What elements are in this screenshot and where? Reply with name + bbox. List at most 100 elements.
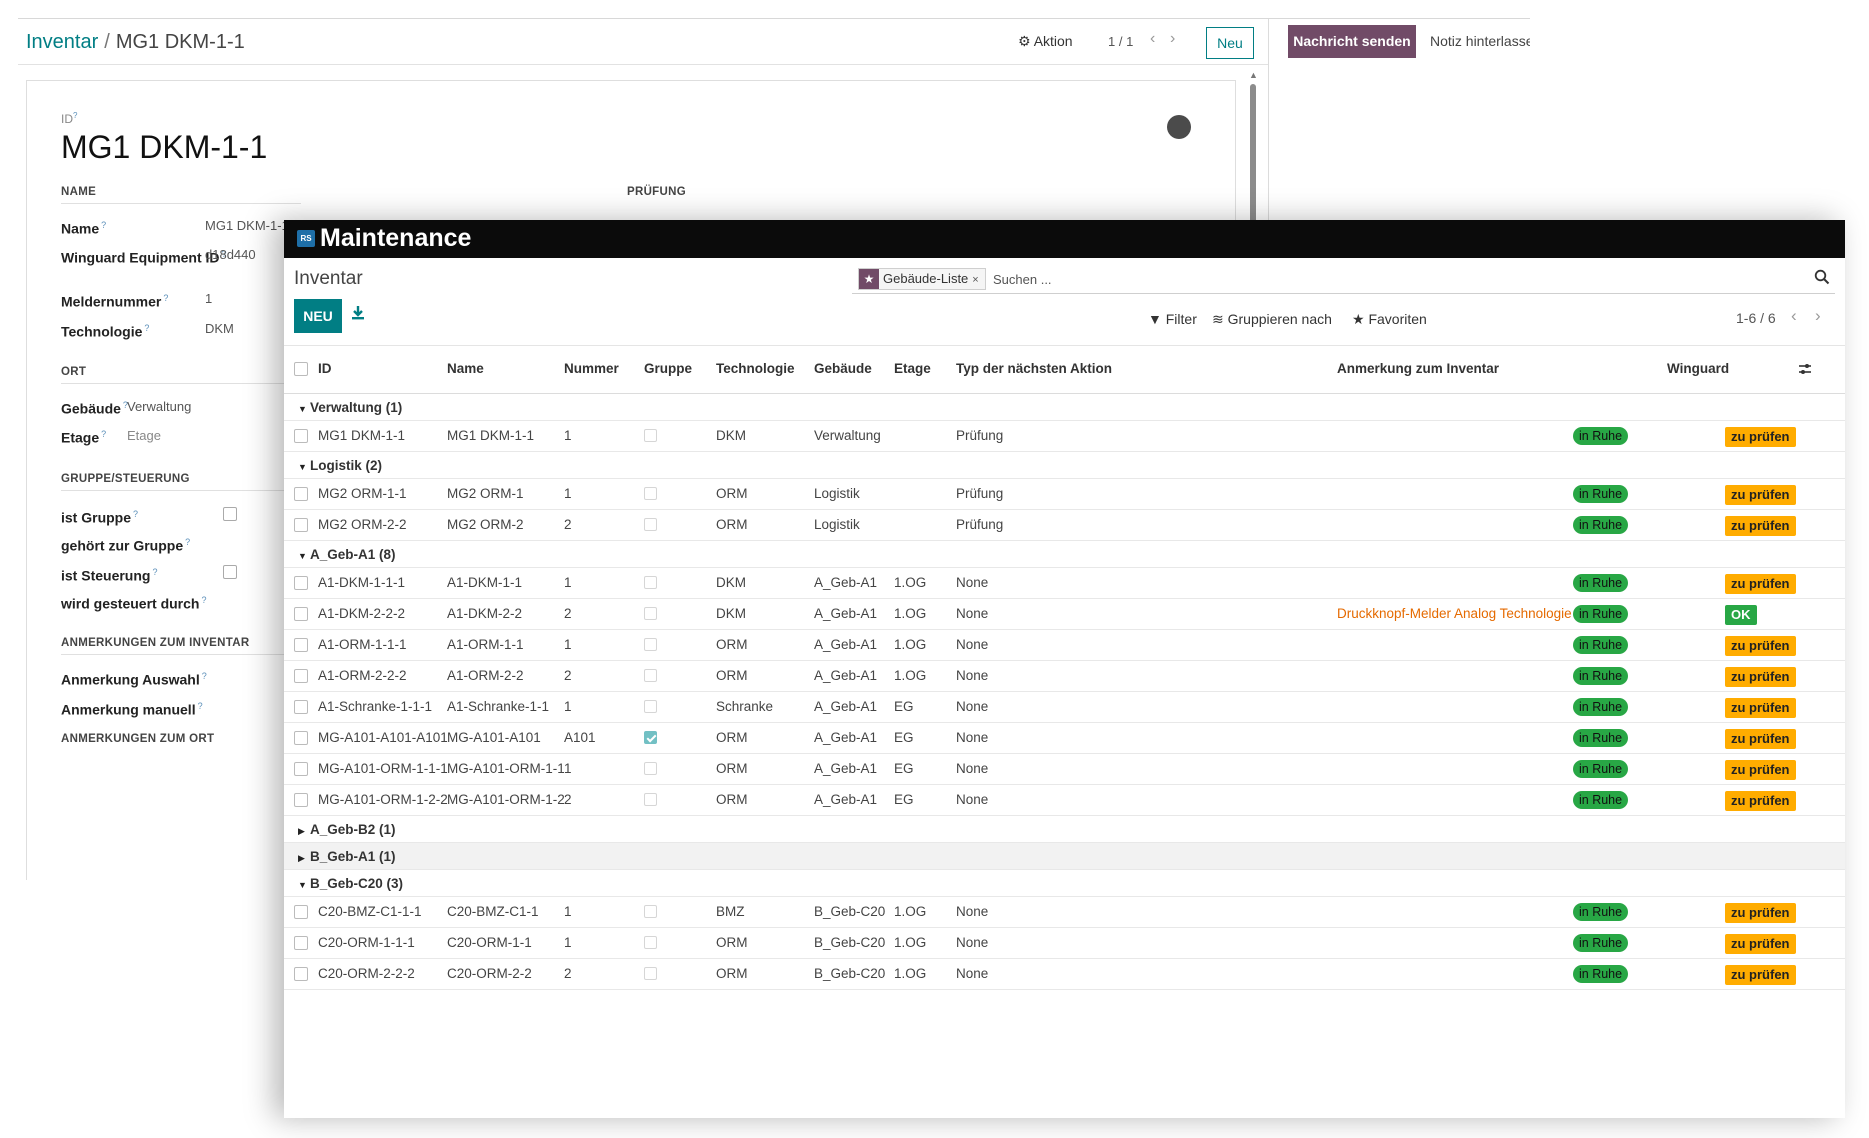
chevron-left-icon[interactable]: ‹ [1150, 30, 1155, 48]
row-checkbox[interactable] [294, 967, 308, 981]
facet-remove-icon[interactable]: × [972, 274, 984, 286]
group-header-label[interactable]: ▶ A_Geb-B2 (1) [298, 822, 396, 837]
row-checkbox[interactable] [294, 700, 308, 714]
group-by-button[interactable]: ≋ Gruppieren nach [1212, 311, 1332, 328]
gruppe-checkbox[interactable] [644, 487, 657, 500]
column-header-etage[interactable]: Etage [894, 361, 931, 376]
group-row[interactable]: ▼ Logistik (2) [284, 452, 1845, 479]
table-row[interactable]: MG2 ORM-2-2 MG2 ORM-2 2 ORM Logistik Prüfung i… [284, 510, 1845, 541]
filter-button[interactable]: ▼ Filter [1148, 311, 1197, 327]
table-row[interactable]: C20-ORM-2-2-2 C20-ORM-2-2 2 ORM B_Geb-C20 1.O… [284, 959, 1845, 990]
table-row[interactable]: A1-Schranke-1-1-1 A1-Schranke-1-1 1 Schrank… [284, 692, 1845, 723]
group-row[interactable]: ▼ B_Geb-C20 (3) [284, 870, 1845, 897]
row-checkbox[interactable] [294, 487, 308, 501]
table-row[interactable]: A1-DKM-1-1-1 A1-DKM-1-1 1 DKM A_Geb-A1 1.OG No… [284, 568, 1845, 599]
row-checkbox[interactable] [294, 638, 308, 652]
chevron-right-icon[interactable]: › [1815, 306, 1821, 326]
gruppe-checkbox[interactable] [644, 793, 657, 806]
column-settings-icon[interactable] [1798, 362, 1814, 378]
table-row[interactable]: MG2 ORM-1-1 MG2 ORM-1 1 ORM Logistik Prüfung i… [284, 479, 1845, 510]
group-row[interactable]: ▼ Verwaltung (1) [284, 394, 1845, 421]
winguard-id-field-value[interactable]: d18d440 [205, 247, 256, 262]
table-row[interactable]: A1-ORM-1-1-1 A1-ORM-1-1 1 ORM A_Geb-A1 1.OG No… [284, 630, 1845, 661]
table-row[interactable]: A1-DKM-2-2-2 A1-DKM-2-2 2 DKM A_Geb-A1 1.OG No… [284, 599, 1845, 630]
row-checkbox[interactable] [294, 793, 308, 807]
table-row[interactable]: MG-A101-A101-A101 MG-A101-A101 A101 ORM A_Ge… [284, 723, 1845, 754]
gruppe-checkbox[interactable] [644, 700, 657, 713]
search-icon[interactable] [1814, 269, 1832, 287]
group-row[interactable]: ▼ A_Geb-A1 (8) [284, 541, 1845, 568]
row-checkbox[interactable] [294, 429, 308, 443]
table-row[interactable]: C20-BMZ-C1-1-1 C20-BMZ-C1-1 1 BMZ B_Geb-C20 1… [284, 897, 1845, 928]
group-header-label[interactable]: ▼ B_Geb-C20 (3) [298, 876, 403, 891]
gruppe-checkbox[interactable] [644, 429, 657, 442]
row-checkbox[interactable] [294, 669, 308, 683]
group-header-label[interactable]: ▼ A_Geb-A1 (8) [298, 547, 396, 562]
gruppe-checkbox[interactable] [644, 967, 657, 980]
gruppe-checkbox[interactable] [644, 669, 657, 682]
technologie-field-value[interactable]: DKM [205, 321, 234, 336]
table-row[interactable]: A1-ORM-2-2-2 A1-ORM-2-2 2 ORM A_Geb-A1 1.OG No… [284, 661, 1845, 692]
new-button[interactable]: NEU [294, 299, 342, 333]
chevron-right-icon[interactable]: › [1170, 30, 1175, 48]
download-icon[interactable] [350, 304, 370, 328]
gruppe-checkbox[interactable] [644, 762, 657, 775]
column-header-gruppe[interactable]: Gruppe [644, 361, 692, 376]
inventory-note-link[interactable]: Druckknopf-Melder Analog Technologie [1337, 606, 1572, 621]
column-header-winguard[interactable]: Winguard [1667, 361, 1729, 376]
cell-technologie: ORM [716, 730, 748, 745]
gruppe-checkbox[interactable] [644, 576, 657, 589]
column-header-anmerkung[interactable]: Anmerkung zum Inventar [1337, 361, 1499, 376]
row-checkbox[interactable] [294, 576, 308, 590]
row-checkbox[interactable] [294, 607, 308, 621]
ist-steuerung-checkbox[interactable] [223, 565, 237, 579]
ist-gruppe-checkbox[interactable] [223, 507, 237, 521]
search-input[interactable] [993, 269, 1593, 289]
table-row[interactable]: MG1 DKM-1-1 MG1 DKM-1-1 1 DKM Verwaltung Prüf… [284, 421, 1845, 452]
column-header-nummer[interactable]: Nummer [564, 361, 619, 376]
scroll-up-icon[interactable]: ▲ [1249, 70, 1258, 80]
column-header-typ[interactable]: Typ der nächsten Aktion [956, 361, 1112, 376]
gruppe-checkbox[interactable] [644, 518, 657, 531]
gruppe-checkbox[interactable] [644, 638, 657, 651]
chevron-left-icon[interactable]: ‹ [1791, 306, 1797, 326]
gruppe-checkbox[interactable] [644, 607, 657, 620]
send-message-button[interactable]: Nachricht senden [1288, 25, 1416, 58]
cell-nummer: 1 [564, 904, 572, 919]
table-row[interactable]: MG-A101-ORM-1-2-2 MG-A101-ORM-1-2 2 ORM A_Ge… [284, 785, 1845, 816]
action-menu-button[interactable]: ⚙ Aktion [1018, 33, 1073, 50]
row-checkbox[interactable] [294, 936, 308, 950]
favorites-button[interactable]: ★ Favoriten [1352, 311, 1427, 328]
gruppe-checkbox[interactable] [644, 936, 657, 949]
record-title[interactable]: MG1 DKM-1-1 [61, 129, 267, 166]
column-header-gebaeude[interactable]: Gebäude [814, 361, 872, 376]
search-facet[interactable]: ★ Gebäude-Liste × [858, 268, 986, 290]
row-checkbox[interactable] [294, 762, 308, 776]
breadcrumb-parent-link[interactable]: Inventar [26, 31, 98, 53]
group-row[interactable]: ▶ A_Geb-B2 (1) [284, 816, 1845, 843]
group-header-label[interactable]: ▼ Logistik (2) [298, 458, 382, 473]
new-record-button[interactable]: Neu [1206, 27, 1254, 59]
group-header-label[interactable]: ▼ Verwaltung (1) [298, 400, 402, 415]
column-header-name[interactable]: Name [447, 361, 484, 376]
gebaeude-field-value[interactable]: Verwaltung [127, 399, 191, 414]
column-header-id[interactable]: ID [318, 361, 332, 376]
gruppe-checkbox[interactable] [644, 731, 657, 744]
log-note-button[interactable]: Notiz hinterlassen [1430, 33, 1530, 49]
table-row[interactable]: MG-A101-ORM-1-1-1 MG-A101-ORM-1-1 1 ORM A_Ge… [284, 754, 1845, 785]
name-field-value[interactable]: MG1 DKM-1-1 [205, 218, 289, 233]
cell-typ: None [956, 699, 989, 714]
row-checkbox[interactable] [294, 905, 308, 919]
row-checkbox[interactable] [294, 518, 308, 532]
column-header-technologie[interactable]: Technologie [716, 361, 795, 376]
select-all-checkbox[interactable] [294, 362, 308, 376]
meldernummer-field-value[interactable]: 1 [205, 291, 212, 306]
gruppe-checkbox[interactable] [644, 905, 657, 918]
table-row[interactable]: C20-ORM-1-1-1 C20-ORM-1-1 1 ORM B_Geb-C20 1.O… [284, 928, 1845, 959]
status-indicator[interactable] [1167, 115, 1191, 139]
group-header-label[interactable]: ▶ B_Geb-A1 (1) [298, 849, 396, 864]
row-checkbox[interactable] [294, 731, 308, 745]
cell-nummer: 2 [564, 606, 572, 621]
group-row[interactable]: ▶ B_Geb-A1 (1) [284, 843, 1845, 870]
etage-field-input[interactable]: Etage [127, 428, 161, 443]
